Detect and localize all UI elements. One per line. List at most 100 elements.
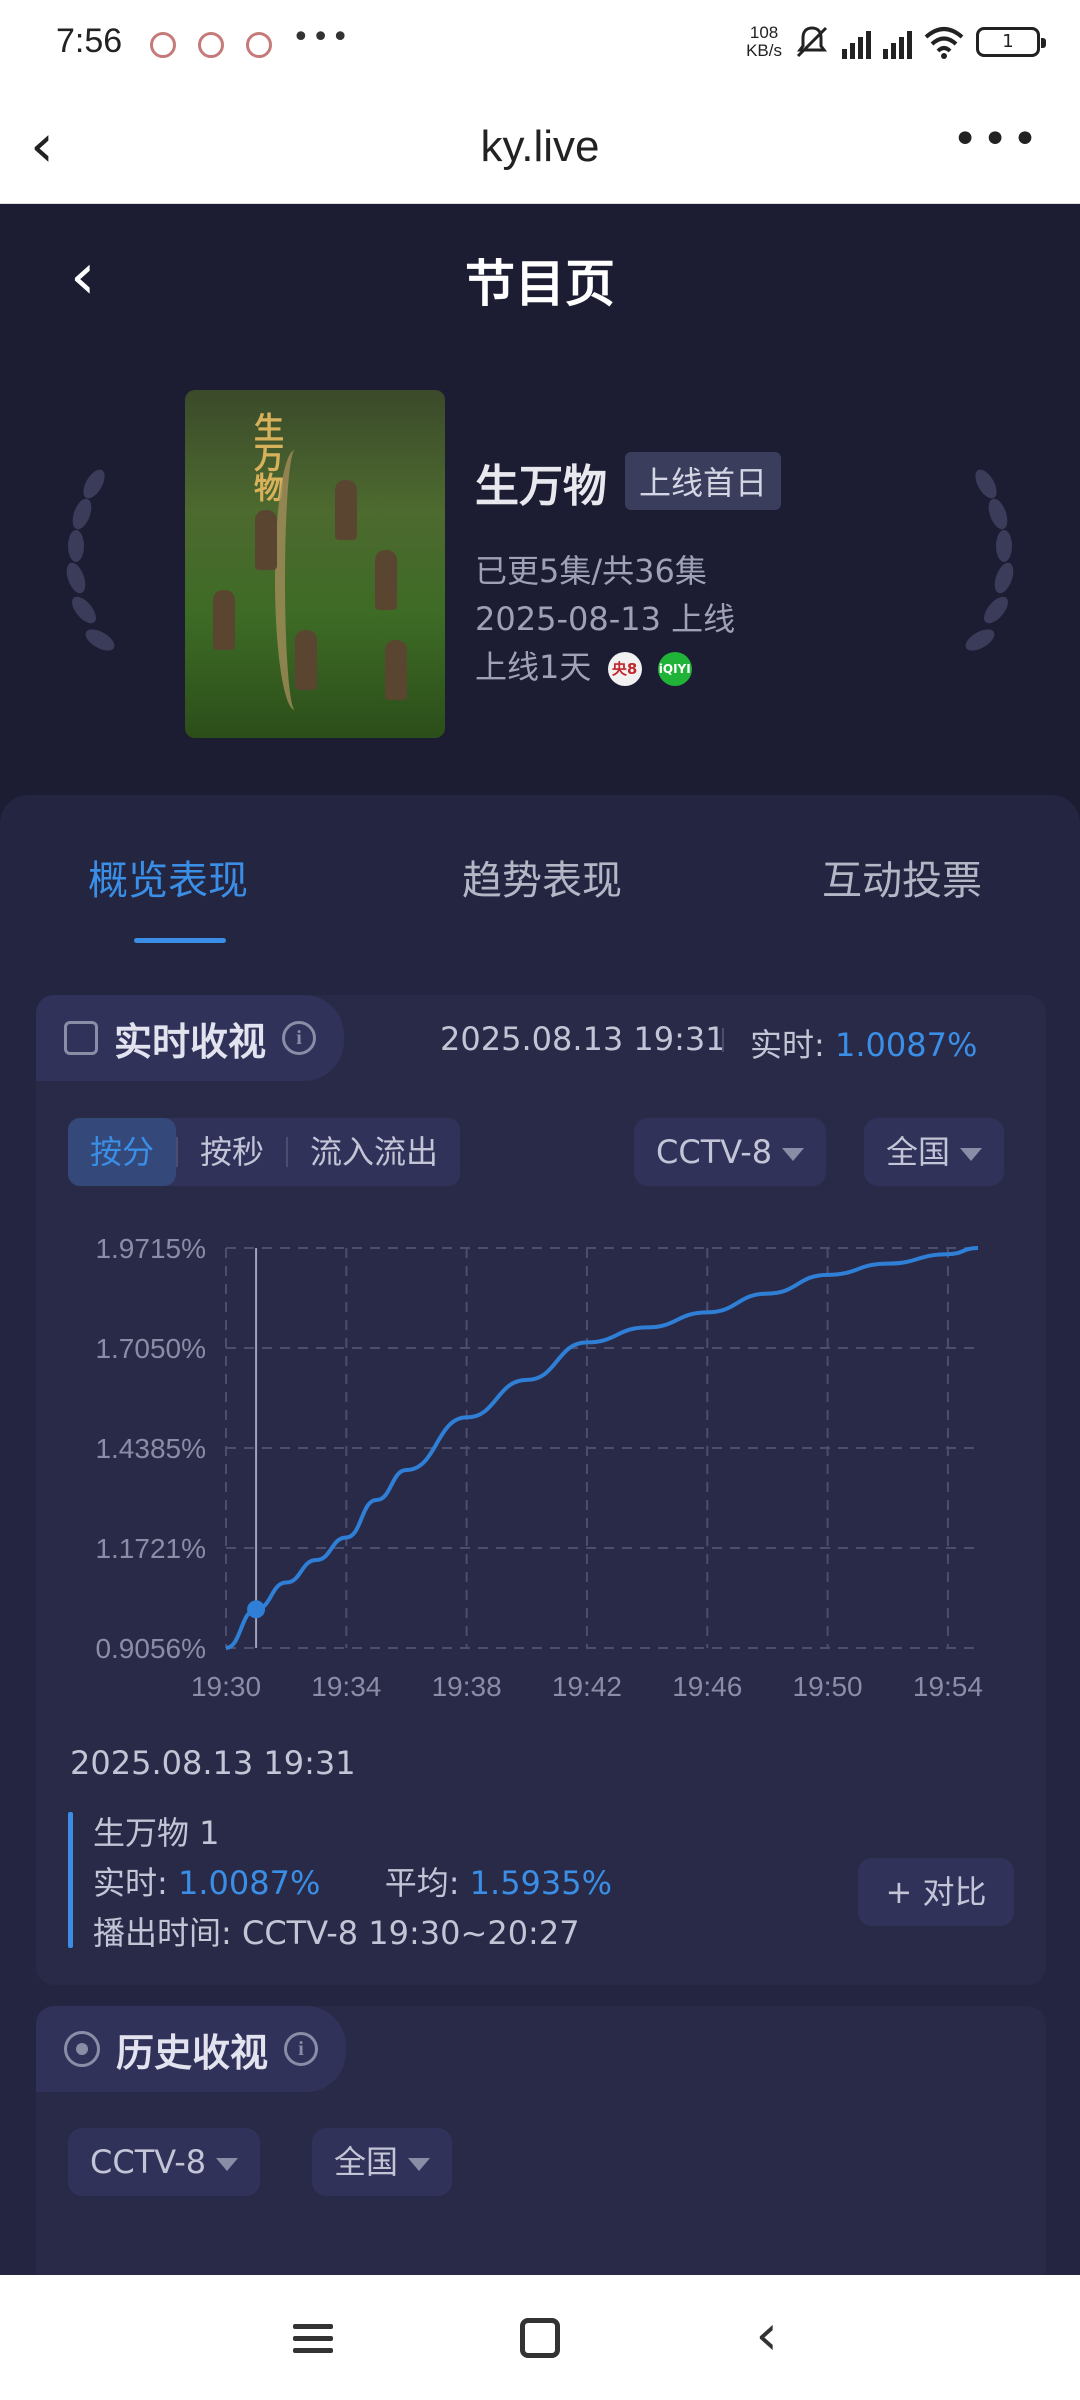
realtime-card-header: 实时收视 i xyxy=(36,995,345,1081)
history-channel-dropdown[interactable]: CCTV-8 xyxy=(68,2128,261,2196)
realtime-title: 实时收视 xyxy=(114,1019,267,1064)
realtime-label: 实时: xyxy=(750,1026,825,1064)
poster-figure xyxy=(213,590,235,650)
caret-down-icon xyxy=(408,2157,431,2171)
tab-overview[interactable]: 概览表现 xyxy=(88,848,248,906)
realtime-value: 1.0087% xyxy=(834,1026,978,1064)
home-icon xyxy=(519,2317,560,2358)
rt-value: 1.0087% xyxy=(177,1864,321,1902)
notification-icon xyxy=(198,32,224,58)
calendar-icon xyxy=(64,1021,98,1055)
y-tick-label: 1.1721% xyxy=(95,1533,206,1564)
browser-toolbar: ‹ ky.live ••• xyxy=(0,92,1080,204)
iqiyi-logo-icon: iQIYI xyxy=(657,652,692,686)
recent-apps-icon[interactable] xyxy=(283,2308,343,2368)
x-tick-label: 19:30 xyxy=(191,1671,261,1702)
series-color-bar xyxy=(68,1812,73,1948)
divider xyxy=(722,1028,724,1052)
airtime-row: 播出时间: CCTV-8 19:30~20:27 xyxy=(93,1908,580,1954)
history-region-label: 全国 xyxy=(334,2143,399,2181)
notification-icon xyxy=(150,32,176,58)
system-back-icon[interactable]: ‹ xyxy=(737,2307,797,2368)
tab-vote[interactable]: 互动投票 xyxy=(822,848,982,906)
info-icon[interactable]: i xyxy=(282,1021,317,1055)
caret-down-icon xyxy=(782,1147,805,1161)
series-name: 生万物 1 xyxy=(93,1814,220,1852)
rating-row: 实时: 1.0087% 平均: 1.5935% xyxy=(93,1858,612,1904)
browser-more-icon[interactable]: ••• xyxy=(952,114,1042,165)
segment-by-second[interactable]: 按秒 xyxy=(178,1118,286,1186)
network-speed: 108 KB/s xyxy=(746,23,782,60)
page-title: 节目页 xyxy=(465,255,615,313)
poster-figure xyxy=(335,480,357,540)
rt-label: 实时: xyxy=(93,1864,168,1902)
home-button[interactable] xyxy=(510,2308,570,2368)
browser-url-title: ky.live xyxy=(480,122,600,171)
status-time: 7:56 xyxy=(56,22,123,60)
channel-dropdown[interactable]: CCTV-8 xyxy=(634,1118,827,1186)
mute-icon xyxy=(796,26,828,58)
notification-icon xyxy=(246,32,272,58)
realtime-line-chart[interactable]: 1.9715% 1.7050% 1.4385% 1.1721% 0.9056% 19:30… xyxy=(60,1210,1020,1710)
y-tick-label: 1.4385% xyxy=(95,1433,206,1464)
y-tick-label: 0.9056% xyxy=(95,1633,206,1664)
y-tick-label: 1.9715% xyxy=(95,1233,206,1264)
episode-count: 已更5集/共36集 xyxy=(475,552,707,590)
show-poster[interactable]: 生万物 xyxy=(185,390,445,738)
cctv8-logo-icon: 央8 xyxy=(607,652,642,686)
system-nav-bar: ‹ xyxy=(0,2275,1080,2400)
days-online: 上线1天 xyxy=(475,648,592,686)
region-dropdown[interactable]: 全国 xyxy=(864,1118,1005,1186)
signal-5g-icon xyxy=(883,25,912,59)
compare-button[interactable]: + 对比 xyxy=(858,1858,1014,1926)
status-badge: 上线首日 xyxy=(625,452,782,510)
x-tick-label: 19:50 xyxy=(793,1671,863,1702)
realtime-timestamp: 2025.08.13 19:31 xyxy=(440,1020,726,1058)
granularity-segmented-control: 按分 按秒 流入流出 xyxy=(68,1118,461,1186)
x-tick-label: 19:46 xyxy=(672,1671,742,1702)
avg-label: 平均: xyxy=(384,1864,460,1902)
history-card-header: 历史收视 i xyxy=(36,2006,347,2092)
tab-active-indicator xyxy=(134,938,226,943)
poster-figure xyxy=(385,640,407,700)
wifi-icon xyxy=(924,27,964,59)
segment-by-minute[interactable]: 按分 xyxy=(68,1118,177,1186)
caret-down-icon xyxy=(216,2157,239,2171)
status-right: 108 KB/s 1 xyxy=(746,23,1046,60)
info-icon[interactable]: i xyxy=(284,2032,319,2066)
airtime-label: 播出时间: xyxy=(93,1914,232,1952)
x-tick-label: 19:34 xyxy=(311,1671,381,1702)
laurel-right-icon xyxy=(965,469,1014,651)
tab-trend[interactable]: 趋势表现 xyxy=(462,848,622,906)
tab-bar: 概览表现 趋势表现 互动投票 xyxy=(0,840,1080,950)
battery-icon: 1 xyxy=(976,27,1046,57)
poster-figure xyxy=(255,510,277,570)
selected-time: 2025.08.13 19:31 xyxy=(70,1744,356,1782)
premiere-date: 2025-08-13 上线 xyxy=(475,600,736,638)
caret-down-icon xyxy=(960,1147,983,1161)
history-title: 历史收视 xyxy=(116,2030,269,2075)
days-online-row: 上线1天 央8 iQIYI xyxy=(475,642,692,688)
region-dropdown-label: 全国 xyxy=(886,1133,951,1171)
notification-icons xyxy=(150,32,272,58)
x-tick-label: 19:38 xyxy=(432,1671,502,1702)
history-region-dropdown[interactable]: 全国 xyxy=(312,2128,453,2196)
poster-figure xyxy=(295,630,317,690)
realtime-rating: 实时: 1.0087% xyxy=(750,1020,977,1066)
segment-flow[interactable]: 流入流出 xyxy=(288,1118,460,1186)
y-tick-label: 1.7050% xyxy=(95,1333,206,1364)
avg-value: 1.5935% xyxy=(469,1864,613,1902)
history-channel-label: CCTV-8 xyxy=(90,2143,207,2181)
signal-5g-icon xyxy=(842,25,871,59)
highlight-point xyxy=(247,1600,266,1619)
status-bar: 7:56 ••• 108 KB/s 1 xyxy=(0,0,1080,92)
show-name: 生万物 xyxy=(475,461,607,512)
x-tick-label: 19:54 xyxy=(913,1671,983,1702)
laurel-left-icon xyxy=(66,469,115,651)
x-tick-label: 19:42 xyxy=(552,1671,622,1702)
more-notifications-icon: ••• xyxy=(292,20,352,55)
channel-dropdown-label: CCTV-8 xyxy=(656,1133,773,1171)
poster-figure xyxy=(375,550,397,610)
film-reel-icon xyxy=(64,2031,100,2067)
airtime-value: CCTV-8 19:30~20:27 xyxy=(241,1914,580,1952)
